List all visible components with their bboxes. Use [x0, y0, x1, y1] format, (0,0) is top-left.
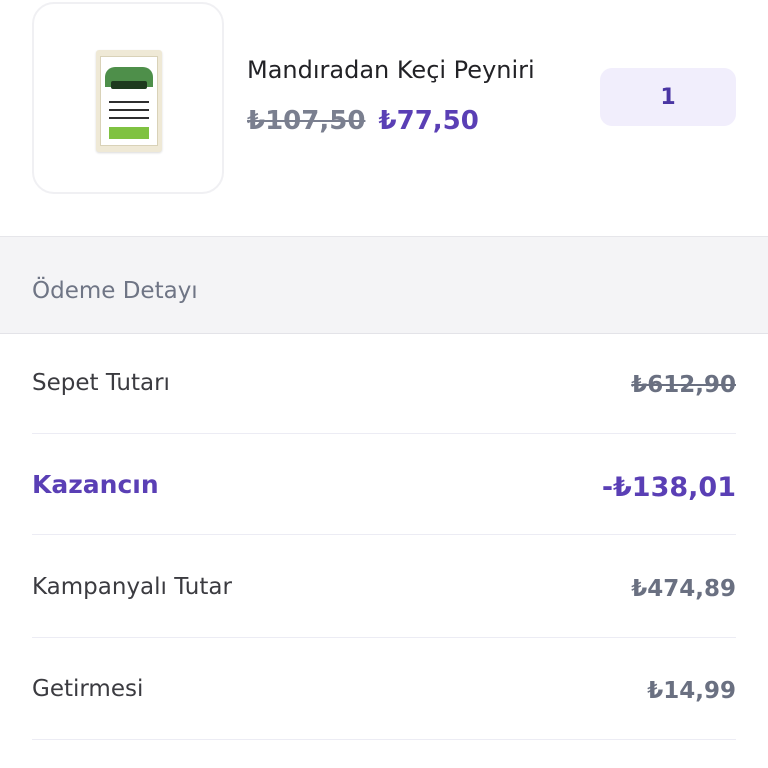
product-name[interactable]: Mandıradan Keçi Peyniri	[247, 56, 535, 84]
summary-row-value: ₺474,89	[631, 576, 736, 602]
summary-row-savings: Kazancın -₺138,01	[32, 435, 736, 535]
label-text-line	[109, 117, 149, 119]
cheese-package-icon	[96, 50, 162, 152]
discounted-price: ₺77,50	[378, 106, 479, 136]
cart-item: Mandıradan Keçi Peyniri ₺107,50 ₺77,50 1	[0, 0, 768, 236]
summary-row-value: ₺612,90	[631, 372, 736, 398]
label-green-band	[109, 127, 149, 139]
package-label	[100, 56, 158, 146]
old-price: ₺107,50	[247, 106, 366, 136]
summary-row-label: Kazancın	[32, 470, 159, 499]
summary-row-value: -₺138,01	[601, 472, 736, 503]
payment-details-title: Ödeme Detayı	[32, 278, 198, 304]
summary-row-label: Kampanyalı Tutar	[32, 574, 232, 600]
product-image[interactable]	[32, 2, 224, 194]
label-text-line	[109, 109, 149, 111]
summary-row-label: Sepet Tutarı	[32, 370, 170, 396]
quantity-stepper[interactable]: 1	[600, 68, 736, 126]
price-row: ₺107,50 ₺77,50	[247, 106, 479, 136]
quantity-value: 1	[660, 84, 676, 110]
label-text-line	[109, 101, 149, 103]
summary-row-cart-total: Sepet Tutarı ₺612,90	[32, 334, 736, 434]
summary-row-campaign-total: Kampanyalı Tutar ₺474,89	[32, 538, 736, 638]
label-brand-strip	[111, 81, 147, 89]
summary-row-value: ₺14,99	[647, 678, 736, 704]
summary-row-label: Getirmesi	[32, 676, 144, 702]
summary-row-delivery-fee: Getirmesi ₺14,99	[32, 640, 736, 740]
